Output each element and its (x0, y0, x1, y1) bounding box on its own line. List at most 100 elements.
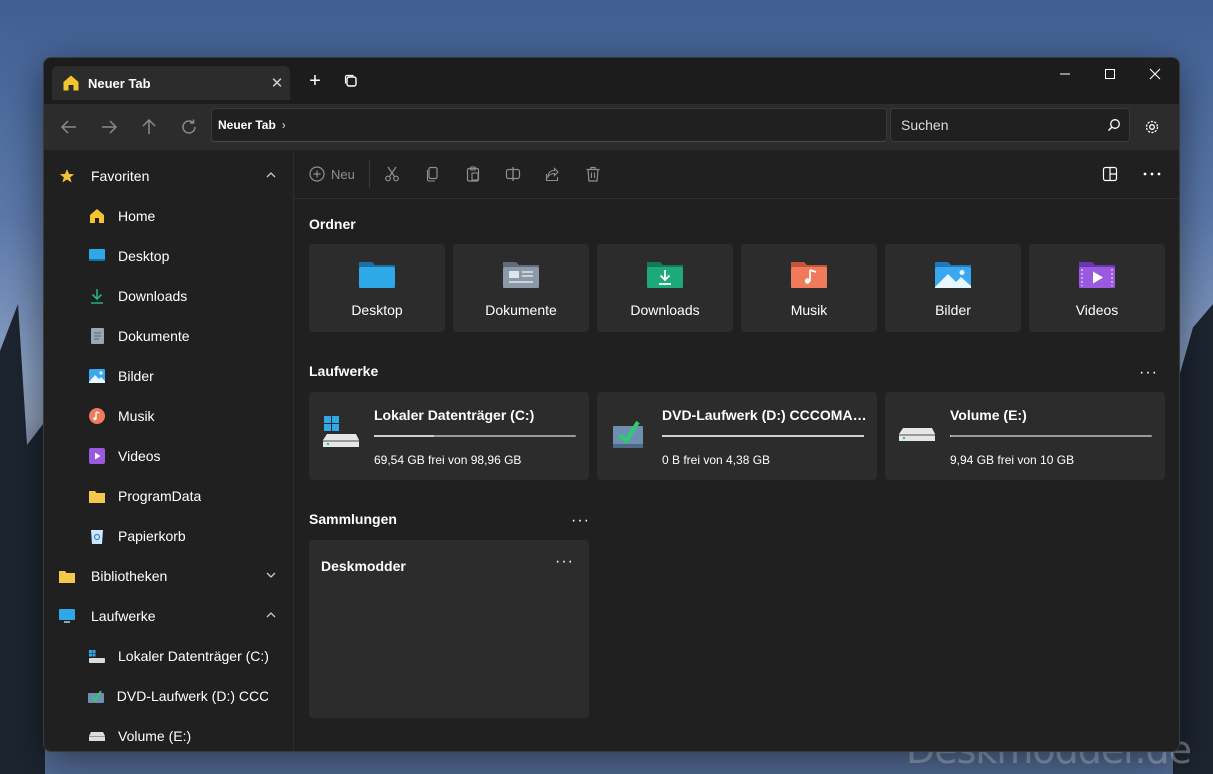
sidebar-item-desktop[interactable]: Desktop (88, 238, 328, 274)
sidebar-item-laufwerke[interactable]: Laufwerke (58, 598, 298, 634)
chevron-down-icon[interactable] (264, 568, 278, 582)
maximize-button[interactable] (1087, 58, 1133, 90)
file-explorer-window: Neuer Tab ✕ + Neuer Tab › Suchen Favorit… (43, 57, 1180, 752)
drive-card-d[interactable]: DVD-Laufwerk (D:) CCCOMA_X64FRE_DE-DE_DV… (597, 392, 877, 480)
sidebar-item-label: Volume (E:) (118, 728, 192, 744)
dvd-drive-icon (88, 687, 105, 705)
main-content: Neu Ordner Desktop Dokumente Downloads M… (294, 150, 1179, 751)
paste-button[interactable] (465, 164, 481, 184)
drive-usage-fill (374, 435, 434, 437)
copy-button[interactable] (425, 164, 441, 184)
collection-more-button[interactable]: ··· (555, 553, 574, 571)
computer-icon (58, 607, 76, 625)
chevron-up-icon[interactable] (264, 608, 278, 622)
folder-label: Dokumente (485, 302, 557, 318)
duplicate-tab-button[interactable] (342, 72, 360, 90)
sidebar-item-label: Dokumente (118, 328, 190, 344)
minimize-button[interactable] (1042, 58, 1088, 90)
new-button-label: Neu (331, 166, 355, 182)
search-box[interactable]: Suchen (890, 108, 1130, 142)
sidebar-item-papierkorb[interactable]: Papierkorb (88, 518, 328, 554)
sidebar-item-downloads[interactable]: Downloads (88, 278, 328, 314)
sidebar-item-dokumente[interactable]: Dokumente (88, 318, 328, 354)
sidebar-item-musik[interactable]: Musik (88, 398, 328, 434)
close-button[interactable] (1132, 58, 1178, 90)
duplicate-icon (344, 74, 357, 87)
videos-icon (88, 447, 106, 465)
paste-icon (466, 166, 480, 182)
arrow-right-icon (102, 120, 118, 134)
sidebar-item-favoriten[interactable]: Favoriten (58, 158, 298, 194)
more-options-button[interactable] (1142, 164, 1162, 184)
layout-button[interactable] (1102, 164, 1118, 184)
navigation-bar: Neuer Tab › Suchen (44, 104, 1179, 150)
settings-button[interactable] (1141, 116, 1163, 138)
delete-button[interactable] (585, 164, 601, 184)
sidebar-item-label: Papierkorb (118, 528, 186, 544)
folder-card-bilder[interactable]: Bilder (885, 244, 1021, 332)
collections-more-button[interactable]: ··· (571, 512, 590, 530)
copy-icon (426, 166, 438, 182)
sidebar-item-dvd-drive[interactable]: DVD-Laufwerk (D:) CCCC (88, 678, 268, 714)
trash-icon (586, 166, 600, 182)
folder-card-musik[interactable]: Musik (741, 244, 877, 332)
sidebar-item-volume-e[interactable]: Volume (E:) (88, 718, 328, 751)
share-button[interactable] (545, 164, 561, 184)
folder-card-desktop[interactable]: Desktop (309, 244, 445, 332)
sidebar-item-videos[interactable]: Videos (88, 438, 328, 474)
sidebar-item-home[interactable]: Home (88, 198, 328, 234)
folder-label: Musik (790, 302, 828, 318)
star-icon (58, 167, 76, 185)
sidebar-item-label: Lokaler Datenträger (C:) (118, 648, 269, 664)
rename-icon (505, 167, 521, 181)
sidebar-item-bilder[interactable]: Bilder (88, 358, 328, 394)
tree-silhouette (0, 304, 45, 774)
folder-card-videos[interactable]: Videos (1029, 244, 1165, 332)
tab-close-icon[interactable]: ✕ (264, 74, 290, 92)
folder-label: Downloads (630, 302, 700, 318)
new-button[interactable]: Neu (309, 164, 355, 184)
drive-card-e[interactable]: Volume (E:) 9,94 GB frei von 10 GB (885, 392, 1165, 480)
new-tab-button[interactable]: + (306, 70, 324, 92)
drive-usage-bar (950, 435, 1152, 437)
title-bar: Neuer Tab ✕ + (44, 58, 1179, 104)
music-folder-icon (791, 262, 827, 288)
refresh-button[interactable] (178, 116, 200, 138)
sidebar-item-label: Favoriten (91, 168, 150, 184)
sidebar-item-label: Bilder (118, 368, 154, 384)
drive-usage-fill (950, 435, 952, 437)
search-input[interactable]: Suchen (901, 117, 1099, 133)
sidebar-item-drive-c[interactable]: Lokaler Datenträger (C:) (88, 638, 283, 674)
more-icon (1143, 172, 1161, 176)
forward-button[interactable] (98, 116, 120, 138)
rename-button[interactable] (505, 164, 521, 184)
folder-card-dokumente[interactable]: Dokumente (453, 244, 589, 332)
sidebar-item-programdata[interactable]: ProgramData (88, 478, 328, 514)
sidebar-item-label: ProgramData (118, 488, 202, 504)
tab-neuer-tab[interactable]: Neuer Tab ✕ (52, 66, 290, 100)
toolbar: Neu (294, 150, 1179, 199)
back-button[interactable] (58, 116, 80, 138)
collection-card-deskmodder[interactable]: Deskmodder ··· (309, 540, 589, 718)
up-button[interactable] (138, 116, 160, 138)
drives-more-button[interactable]: ··· (1139, 364, 1158, 382)
recycle-bin-icon (88, 527, 106, 545)
downloads-folder-icon (647, 262, 683, 288)
drive-card-c[interactable]: Lokaler Datenträger (C:) 69,54 GB frei v… (309, 392, 589, 480)
tab-title: Neuer Tab (88, 75, 151, 91)
search-icon[interactable] (1099, 118, 1129, 132)
minimize-icon (1060, 73, 1070, 75)
address-bar[interactable]: Neuer Tab › (211, 108, 887, 142)
folder-card-downloads[interactable]: Downloads (597, 244, 733, 332)
sidebar-item-bibliotheken[interactable]: Bibliotheken (58, 558, 298, 594)
sidebar-item-label: DVD-Laufwerk (D:) CCCC (116, 688, 268, 704)
chevron-up-icon[interactable] (264, 168, 278, 182)
sidebar-item-label: Downloads (118, 288, 188, 304)
drive-usage-bar (662, 435, 864, 437)
cut-button[interactable] (384, 164, 400, 184)
arrow-left-icon (60, 120, 76, 134)
sidebar-item-label: Musik (118, 408, 155, 424)
gear-icon (1145, 120, 1159, 134)
breadcrumb[interactable]: Neuer Tab (218, 118, 276, 132)
drive-name: Lokaler Datenträger (C:) (374, 407, 535, 423)
